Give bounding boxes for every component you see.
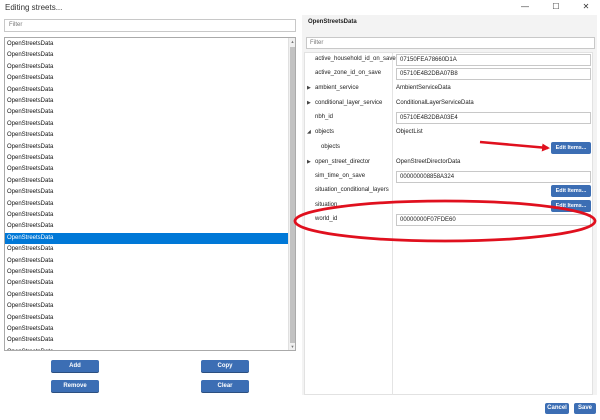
copy-button[interactable]: Copy: [201, 360, 249, 372]
scrollbar-thumb[interactable]: [290, 47, 295, 343]
edit-items-button[interactable]: Edit Items...: [551, 142, 591, 154]
property-name: sim_time_on_save: [315, 173, 366, 179]
edit-items-button[interactable]: Edit Items...: [551, 185, 591, 197]
property-row: world_id 00000000F07FDE60: [304, 213, 593, 227]
property-value: ConditionalLayerServiceData: [396, 100, 474, 106]
title-bar: Editing streets... — ☐ ✕: [0, 0, 600, 15]
clear-button[interactable]: Clear: [201, 380, 249, 392]
property-value: AmbientServiceData: [396, 85, 451, 91]
list-item[interactable]: OpenStreetsData: [5, 73, 289, 84]
list-item[interactable]: OpenStreetsData: [5, 335, 289, 346]
save-button[interactable]: Save: [574, 403, 596, 414]
close-icon[interactable]: ✕: [575, 1, 597, 13]
list-scrollbar[interactable]: ▲ ▼: [288, 38, 295, 350]
list-item[interactable]: OpenStreetsData: [5, 278, 289, 289]
expander-icon[interactable]: ◢: [307, 129, 311, 135]
left-filter-input[interactable]: Filter: [4, 19, 296, 32]
property-row: nbh_id 05710E4B2DBA03E4: [304, 111, 593, 125]
list-item[interactable]: OpenStreetsData: [5, 39, 289, 50]
property-row: sim_time_on_save 000000008858A324: [304, 170, 593, 184]
property-row: active_zone_id_on_save 05710E4B2DBA07B8: [304, 67, 593, 81]
property-name: situation_conditional_layers: [315, 187, 389, 193]
list-item[interactable]: OpenStreetsData: [5, 119, 289, 130]
property-name: active_zone_id_on_save: [315, 70, 382, 76]
property-value-input[interactable]: 05710E4B2DBA03E4: [396, 112, 591, 124]
scroll-down-icon[interactable]: ▼: [289, 343, 295, 350]
list-item[interactable]: OpenStreetsData: [5, 221, 289, 232]
expander-icon[interactable]: ▶: [307, 100, 311, 106]
property-name: world_id: [315, 216, 338, 222]
property-filter-input[interactable]: Filter: [306, 37, 595, 49]
property-panel-header: OpenStreetsData: [308, 19, 357, 25]
property-row: ▶ open_street_director OpenStreetDirectorD…: [304, 156, 593, 170]
list-item[interactable]: OpenStreetsData: [5, 107, 289, 118]
list-item[interactable]: OpenStreetsData: [5, 301, 289, 312]
window-title: Editing streets...: [5, 3, 63, 12]
expander-icon[interactable]: ▶: [307, 85, 311, 91]
cancel-button[interactable]: Cancel: [545, 403, 569, 414]
list-item[interactable]: OpenStreetsData: [5, 267, 289, 278]
list-item[interactable]: OpenStreetsData: [5, 187, 289, 198]
property-row: ◢ objects ObjectList: [304, 126, 593, 140]
list-item[interactable]: OpenStreetsData: [5, 244, 289, 255]
add-button[interactable]: Add: [51, 360, 99, 372]
remove-button[interactable]: Remove: [51, 380, 99, 392]
property-value: OpenStreetDirectorData: [396, 159, 461, 165]
minimize-icon[interactable]: —: [514, 1, 536, 13]
property-value-input[interactable]: 000000008858A324: [396, 171, 591, 183]
list-item[interactable]: OpenStreetsData: [5, 142, 289, 153]
property-name: nbh_id: [315, 114, 334, 120]
edit-items-button[interactable]: Edit Items...: [551, 200, 591, 212]
list-item[interactable]: OpenStreetsData: [5, 96, 289, 107]
list-item[interactable]: OpenStreetsData: [5, 324, 289, 335]
property-row: ▶ ambient_service AmbientServiceData: [304, 82, 593, 96]
property-name: conditional_layer_service: [315, 100, 383, 106]
scroll-up-icon[interactable]: ▲: [289, 38, 295, 45]
property-row: situation_... Edit Items...: [304, 199, 593, 213]
list-item[interactable]: OpenStreetsData: [5, 290, 289, 301]
list-item[interactable]: OpenStreetsData: [5, 153, 289, 164]
expander-icon[interactable]: ▶: [307, 159, 311, 165]
list-item[interactable]: OpenStreetsData: [5, 313, 289, 324]
property-name: active_household_id_on_save: [315, 56, 396, 62]
list-item[interactable]: OpenStreetsData: [5, 130, 289, 141]
property-value-input[interactable]: 05710E4B2DBA07B8: [396, 68, 591, 80]
property-name: open_street_director: [315, 159, 371, 165]
list-item[interactable]: OpenStreetsData: [5, 347, 289, 350]
property-name: objects: [321, 144, 341, 150]
maximize-icon[interactable]: ☐: [545, 1, 567, 13]
list-item[interactable]: OpenStreetsData: [5, 232, 289, 245]
list-item[interactable]: OpenStreetsData: [5, 256, 289, 267]
list-item[interactable]: OpenStreetsData: [5, 176, 289, 187]
property-row: situation_conditional_layers Edit Items..…: [304, 184, 593, 198]
list-item[interactable]: OpenStreetsData: [5, 85, 289, 96]
list-item[interactable]: OpenStreetsData: [5, 62, 289, 73]
property-name: objects: [315, 129, 335, 135]
list-item[interactable]: OpenStreetsData: [5, 210, 289, 221]
property-row: objects Edit Items...: [304, 141, 593, 155]
property-name: ambient_service: [315, 85, 359, 91]
property-row: active_household_id_on_save 07150FEA78660…: [304, 53, 593, 67]
property-value-input[interactable]: 00000000F07FDE60: [396, 214, 591, 226]
list-item[interactable]: OpenStreetsData: [5, 50, 289, 61]
list-item[interactable]: OpenStreetsData: [5, 199, 289, 210]
streets-list[interactable]: OpenStreetsData OpenStreetsData OpenStreet…: [4, 37, 296, 351]
list-item[interactable]: OpenStreetsData: [5, 164, 289, 175]
property-row: ▶ conditional_layer_service ConditionalLay…: [304, 97, 593, 111]
property-name: situation_...: [315, 202, 346, 208]
property-value: ObjectList: [396, 129, 423, 135]
property-value-input[interactable]: 07150FEA78660D1A: [396, 54, 591, 66]
